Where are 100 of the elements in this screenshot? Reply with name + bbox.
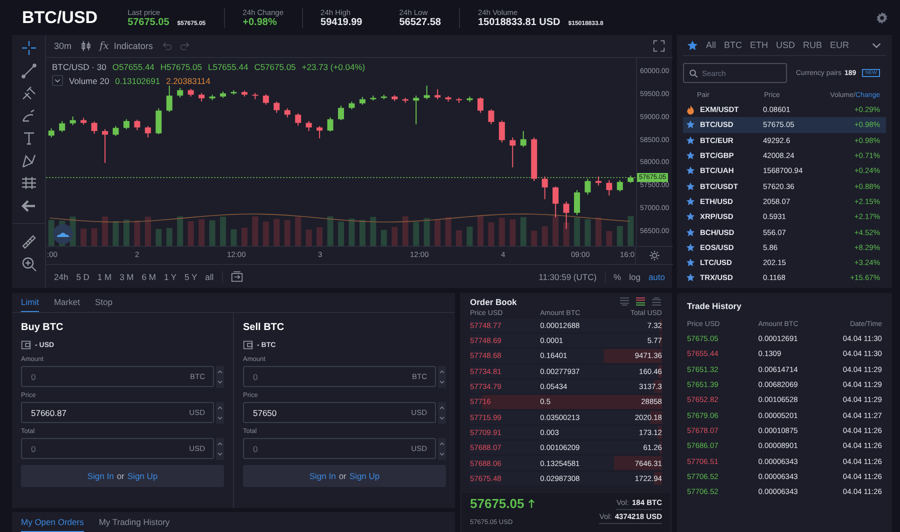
order-type-tab[interactable]: Market: [54, 293, 80, 312]
candle: [306, 120, 312, 132]
candle: [48, 128, 54, 138]
volume-bar: [477, 216, 484, 246]
ruler-lines-tool-icon[interactable]: [20, 175, 36, 191]
volume-bar: [616, 226, 623, 246]
candle: [188, 88, 194, 98]
candle: [134, 119, 140, 131]
stat-value: 15018833.81 USD: [478, 16, 560, 28]
scale-toggle[interactable]: log: [629, 272, 640, 282]
order-type-tab[interactable]: Limit: [21, 293, 39, 312]
star-icon[interactable]: [686, 212, 695, 222]
range-button[interactable]: 1 M: [97, 272, 112, 282]
orders-tab[interactable]: My Trading History: [98, 512, 170, 532]
zoom-tool-icon[interactable]: [20, 256, 36, 272]
star-icon[interactable]: [686, 196, 695, 206]
order-type-tab[interactable]: Stop: [94, 293, 112, 312]
range-button[interactable]: 6 M: [142, 272, 156, 282]
scale-toggle[interactable]: %: [614, 272, 622, 282]
stepper-icon[interactable]: [216, 402, 224, 424]
book-view-icon[interactable]: [635, 297, 646, 306]
sign-up-link[interactable]: Sign Up: [349, 471, 380, 481]
volume-bar: [445, 217, 452, 246]
volume-bar: [252, 216, 258, 246]
settings-icon[interactable]: [876, 12, 888, 24]
settings-icon[interactable]: [649, 250, 660, 261]
currency-filter-tab[interactable]: USD: [776, 40, 796, 50]
star-icon[interactable]: [686, 182, 695, 191]
function-icon[interactable]: fx: [100, 40, 109, 52]
stepper-icon[interactable]: [438, 402, 446, 424]
stat-value: 57675.05: [128, 16, 170, 28]
star-icon[interactable]: [686, 151, 695, 160]
candle: [144, 126, 151, 138]
currency-filter-tab[interactable]: EUR: [830, 40, 850, 50]
star-icon[interactable]: [686, 228, 695, 237]
orders-tab[interactable]: My Open Orders: [21, 512, 84, 532]
compare-icon[interactable]: [230, 270, 243, 282]
range-button[interactable]: 3 M: [120, 272, 134, 282]
back-tool-icon[interactable]: [20, 198, 36, 214]
candle: [284, 108, 290, 118]
currency-filter-tab[interactable]: RUB: [803, 40, 822, 50]
candle: [552, 186, 559, 218]
measure-tool-icon[interactable]: [20, 234, 36, 250]
candles-icon[interactable]: [80, 40, 92, 52]
collapse-icon[interactable]: [52, 75, 63, 86]
range-button[interactable]: all: [205, 272, 214, 282]
star-icon[interactable]: [686, 136, 695, 145]
stepper-icon[interactable]: [216, 438, 224, 460]
wallet-icon: [21, 340, 31, 350]
interval-button[interactable]: 30m: [54, 41, 72, 51]
volume-bar: [456, 230, 462, 246]
candle: [209, 94, 216, 101]
stepper-icon[interactable]: [216, 366, 224, 388]
indicators-button[interactable]: Indicators: [114, 41, 153, 51]
stepper-icon[interactable]: [438, 438, 446, 460]
search-icon: [689, 68, 698, 78]
crosshair-tool-icon[interactable]: [20, 40, 36, 56]
range-button[interactable]: 1 Y: [164, 272, 177, 282]
trend-line-tool-icon[interactable]: [20, 62, 36, 78]
fullscreen-icon[interactable]: [653, 40, 665, 52]
star-icon[interactable]: [686, 258, 695, 268]
pattern-tool-icon[interactable]: [20, 152, 36, 168]
candle: [230, 90, 237, 96]
brush-tool-icon[interactable]: [20, 108, 36, 124]
range-button[interactable]: 5 Y: [184, 272, 198, 282]
volume-bar: [584, 219, 591, 246]
sign-up-link[interactable]: Sign Up: [127, 471, 158, 481]
ohlc-value: L57655.44: [208, 62, 248, 72]
volume-bar: [338, 222, 344, 246]
star-icon[interactable]: [686, 242, 695, 252]
candle: [156, 108, 162, 135]
volume-bar: [628, 216, 634, 246]
candle: [166, 85, 172, 112]
candle: [80, 117, 87, 126]
candle: [402, 97, 408, 104]
pitchfork-tool-icon[interactable]: [20, 85, 36, 101]
range-button[interactable]: 5 D: [76, 272, 90, 282]
cloud-logo-icon: [53, 224, 73, 244]
range-button[interactable]: 24h: [54, 272, 68, 282]
favorites-star-icon[interactable]: [687, 40, 698, 50]
currency-filter-tab[interactable]: ETH: [750, 40, 768, 50]
volume-bar: [520, 217, 526, 246]
sign-in-link[interactable]: Sign In: [309, 471, 336, 481]
candle: [348, 101, 355, 110]
candle: [262, 94, 269, 106]
volume-bar: [209, 220, 216, 246]
stat-value: +0.98%: [242, 16, 277, 28]
star-icon[interactable]: [686, 120, 695, 130]
volume-bar: [510, 219, 516, 246]
star-icon[interactable]: [686, 273, 695, 282]
sign-in-link[interactable]: Sign In: [87, 471, 114, 481]
currency-filter-tab[interactable]: All: [706, 40, 716, 50]
star-icon[interactable]: [686, 166, 695, 176]
volume-bar: [295, 216, 302, 246]
scale-toggle[interactable]: auto: [648, 272, 665, 282]
stepper-icon[interactable]: [438, 366, 446, 388]
currency-filter-tab[interactable]: BTC: [724, 40, 742, 50]
volume-bar: [262, 221, 269, 246]
candle: [542, 176, 548, 200]
candle: [123, 118, 130, 130]
